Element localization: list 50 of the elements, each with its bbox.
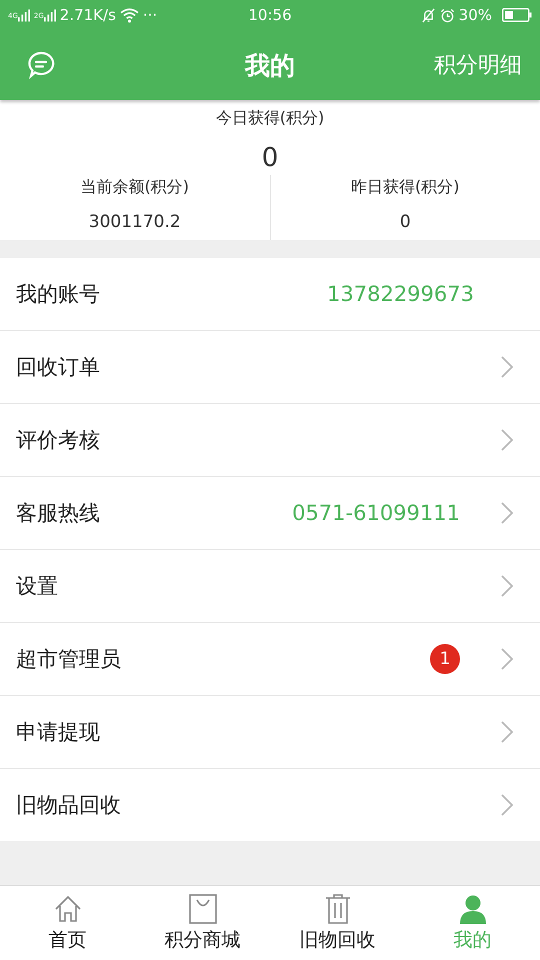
page-title: 我的 [245,50,295,82]
status-time: 10:56 [248,6,292,24]
menu-label: 回收订单 [16,354,101,381]
menu-row[interactable]: 客服热线 0571-61099111 [0,477,540,550]
nav-tab[interactable]: 旧物回收 [270,886,405,960]
message-icon[interactable] [26,50,56,80]
menu-value: 0571-61099111 [292,501,460,525]
menu-row[interactable]: 我的账号 13782299673 [0,258,540,331]
menu-row[interactable]: 设置 [0,550,540,623]
signal-icon [18,8,30,22]
more-indicator: ··· [142,6,158,24]
battery-percent: 30% [458,6,492,24]
alarm-icon [440,8,455,22]
chevron-right-icon [500,355,514,379]
menu-value: 13782299673 [327,282,474,306]
stat-label: 昨日获得(积分) [351,177,460,198]
menu-label: 客服热线 [16,500,101,527]
chevron-right-icon [500,720,514,744]
menu-row[interactable]: 旧物品回收 [0,769,540,841]
stat-label: 今日获得(积分) [216,108,324,129]
menu-label: 超市管理员 [16,646,122,673]
person-icon [458,894,488,924]
nav-tab[interactable]: 积分商城 [135,886,270,960]
network-speed: 2.71K/s [60,6,116,24]
nav-tab[interactable]: 首页 [0,886,135,960]
menu-label: 申请提现 [16,719,101,746]
menu-label: 评价考核 [16,427,101,454]
chevron-right-icon [500,574,514,598]
menu-row[interactable]: 超市管理员 1 [0,623,540,696]
menu-label: 旧物品回收 [16,792,122,819]
menu-label: 我的账号 [16,281,101,308]
chevron-right-icon [500,793,514,817]
home-icon [52,894,82,924]
bell-off-icon [420,8,436,22]
bag-icon [188,894,218,924]
signal-icon [44,8,56,22]
stat-value: 0 [262,143,278,173]
chevron-right-icon [500,501,514,525]
battery-icon [502,8,532,22]
menu-row[interactable]: 申请提现 [0,696,540,769]
chevron-right-icon [500,647,514,671]
stat-value: 0 [400,212,411,232]
stat-label: 当前余额(积分) [80,177,189,198]
menu-row[interactable]: 评价考核 [0,404,540,477]
wifi-icon [120,8,139,22]
notification-badge: 1 [430,644,460,674]
menu-row[interactable]: 回收订单 [0,331,540,404]
stat-value: 3001170.2 [88,212,181,232]
chevron-right-icon [500,428,514,452]
menu-label: 设置 [16,573,59,600]
